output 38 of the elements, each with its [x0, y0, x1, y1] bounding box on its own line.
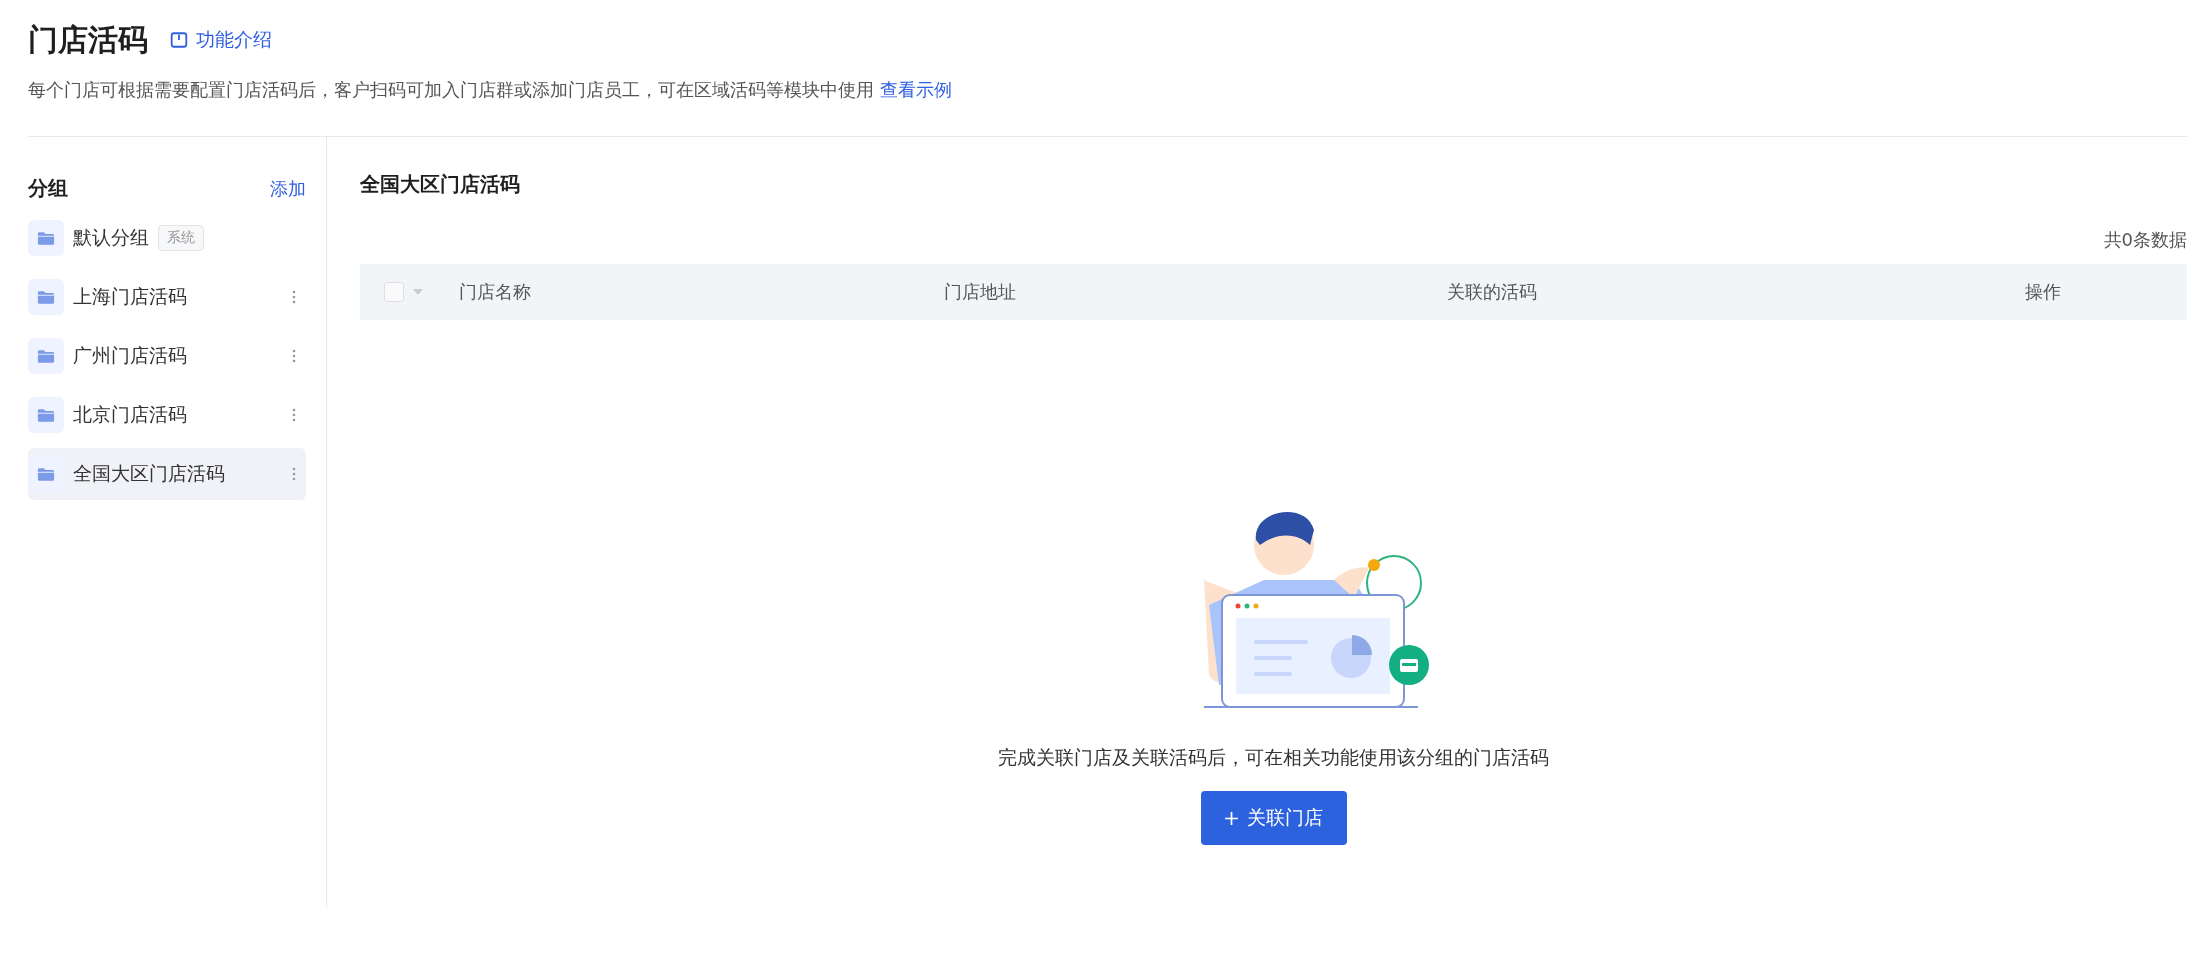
more-icon[interactable] [292, 467, 296, 481]
add-group-link[interactable]: 添加 [270, 176, 306, 201]
page-description: 每个门店可根据需要配置门店活码后，客户扫码可加入门店群或添加门店员工，可在区域活码等模块中使用 [28, 78, 874, 102]
link-store-button[interactable]: 关联门店 [1200, 791, 1347, 845]
plus-icon [1224, 810, 1239, 826]
group-item[interactable]: 默认分组 系统 [28, 212, 306, 264]
group-title: 全国大区门店活码 [360, 171, 520, 198]
group-item[interactable]: 广州门店活码 [28, 330, 306, 382]
select-all-checkbox[interactable] [384, 282, 404, 302]
caret-icon[interactable] [413, 289, 423, 295]
empty-state-message: 完成关联门店及关联活码后，可在相关功能使用该分组的门店活码 [998, 745, 1549, 770]
group-name: 默认分组 [73, 225, 149, 250]
column-header: 门店名称 [459, 280, 532, 304]
folder-icon [28, 279, 64, 315]
feature-intro-link[interactable]: 功能介绍 [170, 27, 272, 53]
group-name: 上海门店活码 [73, 284, 187, 309]
group-name: 全国大区门店活码 [73, 461, 225, 486]
page-title: 门店活码 [28, 20, 148, 59]
group-item[interactable]: 全国大区门店活码 [28, 448, 306, 500]
group-name: 广州门店活码 [73, 343, 187, 368]
folder-icon [28, 220, 64, 256]
group-item[interactable]: 上海门店活码 [28, 271, 306, 323]
folder-icon [28, 456, 64, 492]
group-item[interactable]: 北京门店活码 [28, 389, 306, 441]
folder-icon [28, 397, 64, 433]
more-icon[interactable] [292, 349, 296, 363]
column-header: 操作 [2025, 280, 2061, 304]
folder-icon [28, 338, 64, 374]
group-name: 北京门店活码 [73, 402, 187, 427]
book-icon [170, 31, 188, 49]
column-header: 关联的活码 [1447, 280, 1538, 304]
more-icon[interactable] [292, 290, 296, 304]
more-icon[interactable] [292, 408, 296, 422]
column-header: 门店地址 [944, 280, 1017, 304]
groups-heading: 分组 [28, 175, 68, 202]
view-example-link[interactable]: 查看示例 [880, 78, 952, 102]
total-count: 共0条数据 [2103, 228, 2187, 252]
system-tag: 系统 [158, 225, 204, 251]
